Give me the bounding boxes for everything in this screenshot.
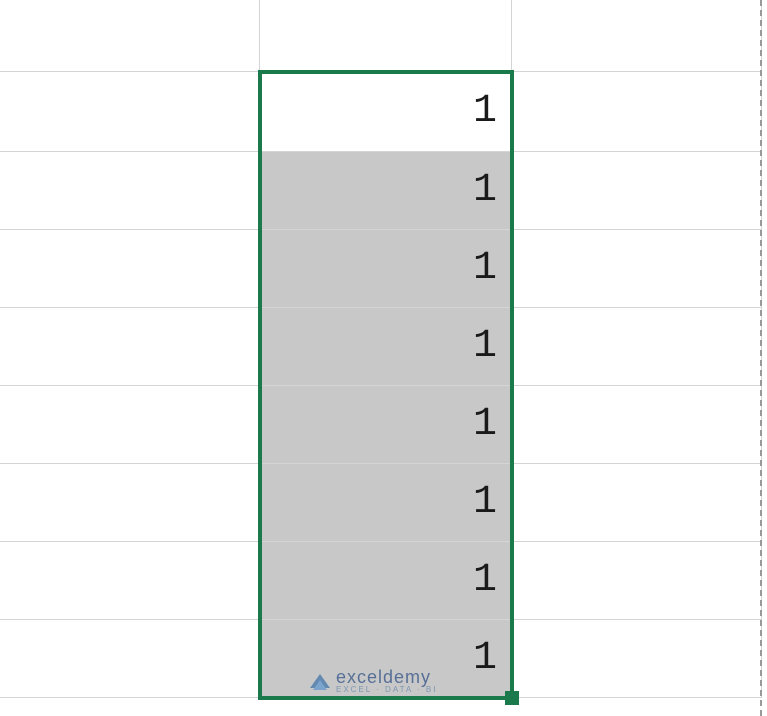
cell[interactable] xyxy=(512,386,762,464)
cell[interactable] xyxy=(8,230,260,308)
cell-value[interactable]: 1 xyxy=(260,308,512,386)
cell[interactable] xyxy=(8,0,260,72)
cell[interactable] xyxy=(512,230,762,308)
cell[interactable] xyxy=(512,0,762,72)
cell[interactable] xyxy=(8,542,260,620)
cell[interactable] xyxy=(8,464,260,542)
cell-value[interactable]: 1 xyxy=(260,152,512,230)
cell-value[interactable]: 1 xyxy=(260,620,512,698)
cell[interactable] xyxy=(260,0,512,72)
cell-value[interactable]: 1 xyxy=(260,542,512,620)
cell[interactable] xyxy=(512,464,762,542)
cell-value[interactable]: 1 xyxy=(260,72,512,152)
spreadsheet-grid[interactable]: 11111111 exceldemy EXCEL · DATA · BI xyxy=(0,0,767,716)
cell-value[interactable]: 1 xyxy=(260,464,512,542)
cell[interactable] xyxy=(8,620,260,698)
cell-value[interactable]: 1 xyxy=(260,230,512,308)
cell[interactable] xyxy=(512,542,762,620)
cell[interactable] xyxy=(512,72,762,152)
cell[interactable] xyxy=(512,152,762,230)
cell[interactable] xyxy=(8,386,260,464)
cell[interactable] xyxy=(8,72,260,152)
cell[interactable] xyxy=(512,620,762,698)
cell-value[interactable]: 1 xyxy=(260,386,512,464)
cell[interactable] xyxy=(8,308,260,386)
cell[interactable] xyxy=(512,308,762,386)
fill-handle[interactable] xyxy=(505,691,519,705)
cell[interactable] xyxy=(8,152,260,230)
